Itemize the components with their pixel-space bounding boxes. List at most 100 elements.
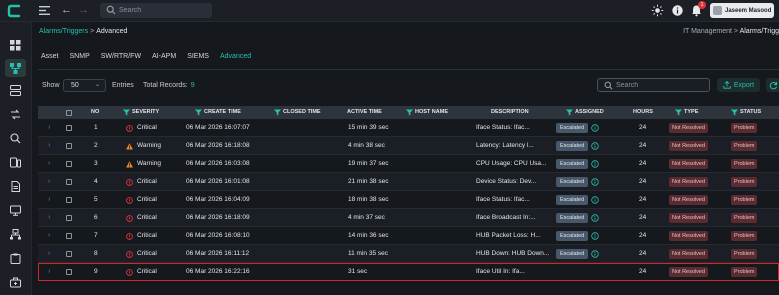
sidebar-item-integrations[interactable] [8, 107, 23, 122]
row-checkbox[interactable] [66, 155, 72, 173]
sidebar-item-dashboard[interactable] [8, 38, 23, 53]
expand-row-chevron-icon[interactable]: › [48, 119, 50, 137]
tab-asset[interactable]: Asset [41, 53, 59, 60]
tab-ai-apm[interactable]: AI-APM [152, 53, 176, 60]
entries-label: Entries [112, 82, 134, 89]
expand-row-chevron-icon[interactable]: › [48, 191, 50, 209]
info-circle-icon[interactable] [591, 142, 599, 150]
table-row[interactable]: › 9 Critical 06 Mar 2026 16:22:16 31 sec Ifac… [38, 263, 779, 281]
status-cell: Problem [731, 173, 758, 191]
alarms-table: NO SEVERITY CREATE TIME CLOSED TIME ACTI… [38, 106, 779, 281]
info-icon[interactable] [671, 4, 684, 17]
sidebar-item-server[interactable] [8, 83, 23, 98]
forward-arrow-icon[interactable]: → [78, 4, 89, 16]
back-arrow-icon[interactable]: ← [61, 4, 72, 16]
critical-circle-icon [126, 268, 133, 276]
table-search-input[interactable] [616, 79, 706, 91]
sidebar-item-tasks[interactable] [8, 251, 23, 266]
table-row[interactable]: › 3 Warning 06 Mar 2026 16:03:08 19 min 37 s… [38, 155, 779, 173]
filter-icon[interactable] [123, 109, 130, 116]
col-active-time[interactable]: ACTIVE TIME [347, 106, 382, 119]
expand-row-chevron-icon[interactable]: › [48, 155, 50, 173]
expand-row-chevron-icon[interactable]: › [48, 263, 50, 281]
assigned-badge: Escalated [556, 195, 589, 205]
refresh-button[interactable] [766, 78, 779, 92]
col-status[interactable]: STATUS [731, 106, 761, 119]
global-search-input[interactable] [119, 4, 207, 17]
expand-row-chevron-icon[interactable]: › [48, 209, 50, 227]
expand-row-chevron-icon[interactable]: › [48, 245, 50, 263]
select-all-checkbox[interactable] [66, 106, 72, 119]
info-circle-icon[interactable] [591, 232, 599, 240]
expand-row-chevron-icon[interactable]: › [48, 227, 50, 245]
breadcrumb-right-parent[interactable]: IT Management [683, 28, 732, 35]
table-row[interactable]: › 6 Critical 06 Mar 2026 16:18:09 4 min 37 s… [38, 209, 779, 227]
filter-icon[interactable] [566, 109, 573, 116]
row-checkbox[interactable] [66, 227, 72, 245]
app-logo-icon[interactable] [6, 3, 22, 19]
table-row[interactable]: › 7 Critical 06 Mar 2026 16:08:10 14 min 36 … [38, 227, 779, 245]
filter-icon[interactable] [675, 109, 682, 116]
tab-siems[interactable]: SIEMS [187, 53, 209, 60]
row-checkbox[interactable] [66, 137, 72, 155]
info-circle-icon[interactable] [591, 214, 599, 222]
expand-row-chevron-icon[interactable]: › [48, 137, 50, 155]
network-icon [10, 62, 21, 74]
sidebar-item-topology[interactable] [8, 227, 23, 242]
table-row[interactable]: › 4 Critical 06 Mar 2026 16:01:08 21 min 38 … [38, 173, 779, 191]
theme-toggle-sun-icon[interactable] [651, 4, 664, 17]
row-checkbox[interactable] [66, 245, 72, 263]
status-badge: Problem [731, 195, 758, 205]
col-closed-time[interactable]: CLOSED TIME [274, 106, 321, 119]
export-button[interactable]: Export [717, 78, 760, 92]
table-row[interactable]: › 1 Critical 06 Mar 2026 16:07:07 15 min 39 … [38, 119, 779, 137]
expand-row-chevron-icon[interactable]: › [48, 173, 50, 191]
breadcrumb-parent-link[interactable]: Alarms/Triggers [39, 28, 88, 35]
filter-icon[interactable] [274, 109, 281, 116]
table-row[interactable]: › 5 Critical 06 Mar 2026 16:04:09 18 min 38 … [38, 191, 779, 209]
info-circle-icon[interactable] [591, 160, 599, 168]
col-no[interactable]: NO [91, 106, 99, 119]
filter-icon[interactable] [406, 109, 413, 116]
filter-icon[interactable] [731, 109, 738, 116]
filter-icon[interactable] [195, 109, 202, 116]
col-host-name[interactable]: HOST NAME [406, 106, 448, 119]
sidebar-item-monitor[interactable] [8, 131, 23, 146]
integration-icon [11, 109, 20, 120]
info-circle-icon[interactable] [591, 124, 599, 132]
table-row[interactable]: › 8 Critical 06 Mar 2026 16:11:12 11 min 35 … [38, 245, 779, 263]
sidebar-item-display[interactable] [8, 203, 23, 218]
row-checkbox[interactable] [66, 191, 72, 209]
sidebar-item-network[interactable] [5, 59, 26, 77]
info-circle-icon[interactable] [591, 196, 599, 204]
row-checkbox[interactable] [66, 119, 72, 137]
row-checkbox[interactable] [66, 209, 72, 227]
create-time: 06 Mar 2026 16:18:09 [186, 214, 250, 221]
col-description[interactable]: DESCRIPTION [491, 106, 529, 119]
col-type[interactable]: TYPE [675, 106, 698, 119]
col-hours[interactable]: HOURS [633, 106, 653, 119]
row-checkbox[interactable] [66, 263, 72, 281]
severity-cell: Critical [126, 209, 157, 227]
sidebar-item-devices[interactable] [8, 155, 23, 170]
hamburger-menu-icon[interactable] [39, 5, 50, 16]
user-menu[interactable]: Jaseem Masood [710, 3, 774, 18]
assigned-cell: Escalated [556, 155, 599, 173]
severity-cell: Critical [126, 119, 157, 137]
info-circle-icon[interactable] [591, 250, 599, 258]
sidebar-item-reports[interactable] [8, 179, 23, 194]
page-size-select[interactable]: 50 ⌄ [63, 79, 106, 92]
tab-snmp[interactable]: SNMP [70, 53, 90, 60]
global-search [100, 3, 212, 18]
col-assigned[interactable]: ASSIGNED [566, 106, 604, 119]
info-circle-icon[interactable] [591, 178, 599, 186]
tab-advanced[interactable]: Advanced [220, 53, 251, 60]
row-checkbox[interactable] [66, 173, 72, 191]
col-status-label: STATUS [740, 109, 762, 115]
col-create-time[interactable]: CREATE TIME [195, 106, 241, 119]
table-row[interactable]: › 2 Warning 06 Mar 2026 16:18:08 4 min 38 se… [38, 137, 779, 155]
tab-sw-rtr-fw[interactable]: SW/RTR/FW [101, 53, 141, 60]
col-host-name-label: HOST NAME [415, 109, 448, 115]
col-severity[interactable]: SEVERITY [123, 106, 159, 119]
sidebar-item-tools[interactable] [8, 275, 23, 290]
